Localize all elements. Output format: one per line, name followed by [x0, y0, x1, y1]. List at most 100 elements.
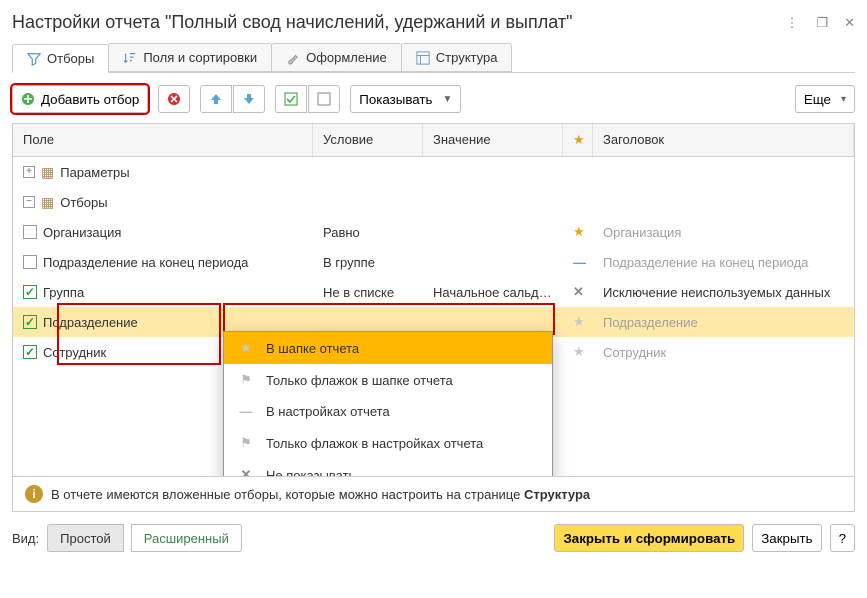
x-icon[interactable]: ✕: [573, 284, 584, 299]
move-up-button[interactable]: [200, 85, 232, 113]
close-icon[interactable]: ✕: [844, 15, 855, 31]
info-link[interactable]: Структура: [524, 487, 590, 502]
uncheck-all-button[interactable]: [308, 85, 340, 113]
filter-row[interactable]: Подразделение на конец периодаВ группе—П…: [13, 247, 854, 277]
filter-value[interactable]: Начальное сальдо…: [423, 280, 563, 305]
popup-item-icon: ✕: [238, 467, 254, 477]
collapse-icon[interactable]: −: [23, 196, 35, 208]
check-all-button[interactable]: [275, 85, 307, 113]
delete-icon: [167, 92, 181, 106]
titlebar: Настройки отчета "Полный свод начислений…: [12, 8, 855, 43]
filter-star[interactable]: ★: [563, 219, 593, 245]
popup-item-icon: ★: [238, 340, 254, 356]
caret-down-icon: ▾: [841, 94, 846, 105]
filter-title: Исключение неиспользуемых данных: [593, 280, 854, 305]
popup-item-icon: ⚑: [238, 372, 254, 388]
node-label: Отборы: [60, 195, 107, 210]
toolbar: Добавить отбор Показывать ▼ Еще ▾: [12, 73, 855, 123]
close-button[interactable]: Закрыть: [752, 524, 821, 552]
tab-fields[interactable]: Поля и сортировки: [108, 43, 272, 72]
help-button[interactable]: ?: [830, 524, 855, 552]
info-icon: i: [25, 485, 43, 503]
grid-header: Поле Условие Значение ★ Заголовок: [12, 123, 855, 157]
popup-item-label: В шапке отчета: [266, 341, 359, 356]
tab-label: Структура: [436, 50, 498, 65]
tab-design[interactable]: Оформление: [271, 43, 402, 72]
col-value[interactable]: Значение: [423, 124, 563, 156]
dash-icon[interactable]: —: [573, 255, 586, 270]
filter-row[interactable]: ✓ Группа Не в спискеНачальное сальдо… ✕ Искл…: [13, 277, 854, 307]
view-advanced-button[interactable]: Расширенный: [131, 524, 242, 552]
checkbox[interactable]: [23, 255, 37, 269]
popup-item[interactable]: ⚑Только флажок в настройках отчета: [224, 427, 552, 459]
checkbox[interactable]: ✓: [23, 285, 37, 299]
popup-item[interactable]: ✕Не показывать: [224, 459, 552, 477]
col-star[interactable]: ★: [563, 124, 593, 156]
checkbox[interactable]: [23, 225, 37, 239]
arrow-up-icon: [209, 92, 223, 106]
add-filter-button[interactable]: Добавить отбор: [12, 85, 148, 113]
tab-label: Оформление: [306, 50, 387, 65]
star-icon[interactable]: ★: [573, 224, 585, 239]
filter-label: Группа: [43, 285, 84, 300]
filter-row[interactable]: ОрганизацияРавно★Организация: [13, 217, 854, 247]
filter-title: Организация: [593, 220, 854, 245]
popup-item-icon: ⚑: [238, 435, 254, 451]
folder-icon: ▦: [41, 164, 54, 181]
col-field[interactable]: Поле: [13, 124, 313, 156]
plus-icon: [21, 92, 35, 106]
expand-icon[interactable]: +: [23, 166, 35, 178]
window-title: Настройки отчета "Полный свод начислений…: [12, 12, 572, 33]
filter-value[interactable]: [423, 257, 563, 267]
kebab-icon[interactable]: ⋮: [785, 15, 798, 31]
bottom-bar: Вид: Простой Расширенный Закрыть и сформ…: [12, 512, 855, 552]
popup-item[interactable]: ⚑Только флажок в шапке отчета: [224, 364, 552, 396]
col-title[interactable]: Заголовок: [593, 124, 854, 156]
tree-node-parameters[interactable]: + ▦ Параметры: [13, 157, 854, 187]
filter-title: Подразделение: [593, 310, 854, 335]
star-icon[interactable]: ★: [573, 314, 585, 329]
more-button[interactable]: Еще ▾: [795, 85, 855, 113]
popup-item[interactable]: ★ В шапке отчета: [224, 332, 552, 364]
filter-condition[interactable]: В группе: [313, 250, 423, 275]
col-condition[interactable]: Условие: [313, 124, 423, 156]
view-simple-button[interactable]: Простой: [47, 524, 124, 552]
checkbox[interactable]: ✓: [23, 315, 37, 329]
tabs: Отборы Поля и сортировки Оформление Стру…: [12, 43, 855, 73]
show-dropdown[interactable]: Показывать ▼: [350, 85, 461, 113]
filter-star[interactable]: ★: [563, 309, 593, 335]
checkbox[interactable]: ✓: [23, 345, 37, 359]
filter-value[interactable]: [423, 227, 563, 237]
grid-body: + ▦ Параметры − ▦ Отборы Организация Равн…: [12, 157, 855, 477]
tab-structure[interactable]: Структура: [401, 43, 513, 72]
filter-condition[interactable]: Равно: [313, 220, 423, 245]
apply-close-button[interactable]: Закрыть и сформировать: [554, 524, 744, 552]
sort-icon: [123, 51, 137, 65]
star-icon[interactable]: ★: [573, 344, 585, 359]
popup-item-icon: —: [238, 404, 254, 419]
info-text: В отчете имеются вложенные отборы, котор…: [51, 487, 590, 502]
popup-item-label: В настройках отчета: [266, 404, 390, 419]
filter-title: Сотрудник: [593, 340, 854, 365]
filter-star[interactable]: ★: [563, 339, 593, 365]
funnel-icon: [27, 52, 41, 66]
filter-label: Подразделение: [43, 315, 138, 330]
view-label: Вид:: [12, 531, 39, 546]
filter-star[interactable]: ✕: [563, 279, 593, 305]
move-down-button[interactable]: [233, 85, 265, 113]
popup-item[interactable]: — В настройках отчета: [224, 396, 552, 427]
filter-value[interactable]: [423, 317, 563, 327]
tab-filters[interactable]: Отборы: [12, 44, 109, 73]
minimize-icon[interactable]: ❐: [816, 15, 826, 31]
button-label: Добавить отбор: [41, 92, 139, 107]
button-label: Показывать: [359, 92, 432, 107]
filter-star[interactable]: —: [563, 250, 593, 275]
brush-icon: [286, 51, 300, 65]
arrow-down-icon: [242, 92, 256, 106]
delete-button[interactable]: [158, 85, 190, 113]
tab-label: Отборы: [47, 51, 94, 66]
tree-node-filters[interactable]: − ▦ Отборы: [13, 187, 854, 217]
folder-icon: ▦: [41, 194, 54, 211]
filter-condition[interactable]: Не в списке: [313, 280, 423, 305]
filter-condition[interactable]: [313, 317, 423, 327]
